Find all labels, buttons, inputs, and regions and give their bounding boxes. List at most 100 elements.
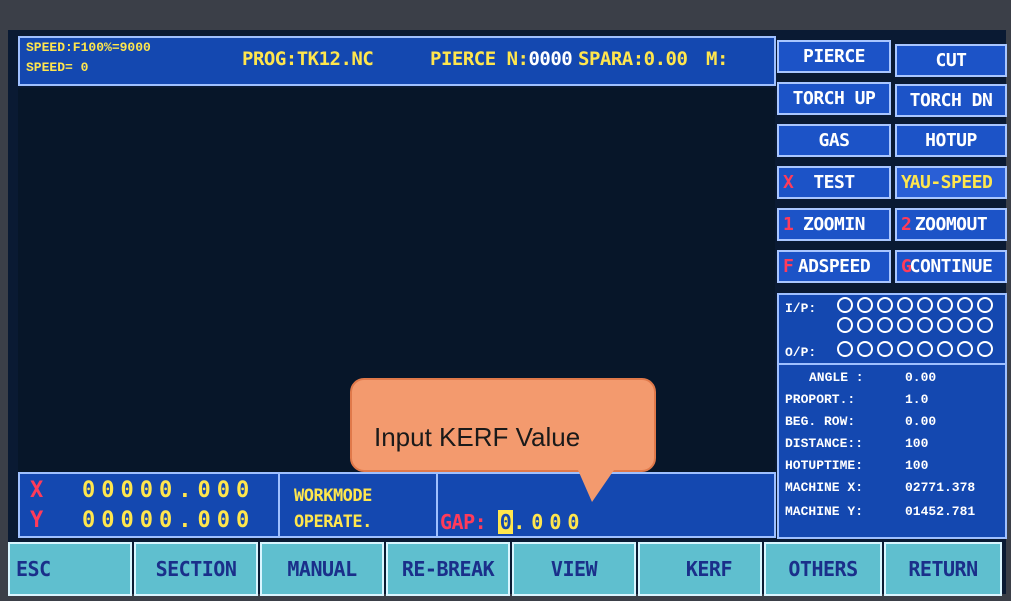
hotkey-2: 2 [901,214,912,235]
gap-value: .000 [513,510,586,534]
manual-button[interactable]: MANUAL [260,542,384,596]
hotkey-y: Y [901,172,912,193]
input-led-icon [917,317,933,333]
coordinate-status-bar: X 00000.000 Y 00000.000 WORKMODE OPERATE… [18,472,776,538]
input-led-icon [977,317,993,333]
input-indicators [837,297,1007,337]
zoom-out-button[interactable]: 2 ZOOMOUT [895,208,1007,241]
output-label: O/P: [785,345,817,360]
m-label: M: [706,48,728,70]
param-machine-x: MACHINE X: 02771.378 [779,477,1005,499]
input-led-icon [977,297,993,313]
button-label: HOTUP [925,130,977,151]
param-label: HOTUPTIME: [785,458,864,473]
gap-label: GAP: [440,510,487,534]
fkey-label: OTHERS [788,557,858,581]
others-button[interactable]: OTHERS [764,542,882,596]
param-hotuptime: HOTUPTIME: 100 [779,455,1005,477]
button-label: ADSPEED [797,256,871,277]
x-axis-label: X [30,478,43,503]
speed-line-1: SPEED:F100%=9000 [26,40,151,55]
input-led-icon [877,297,893,313]
function-key-bar: ESC SECTION MANUAL RE-BREAK VIEW KERF OT… [8,542,1006,596]
param-angle: ANGLE : 0.00 [779,367,1005,389]
program-name: PROG:TK12.NC [242,48,374,70]
param-value: 0.00 [905,414,937,429]
speed-line-2: SPEED= 0 [26,60,89,75]
torch-down-button[interactable]: TORCH DN [895,84,1007,117]
input-led-icon [957,297,973,313]
fkey-label: VIEW [550,557,598,581]
fkey-label: KERF [685,557,733,581]
section-button[interactable]: SECTION [134,542,258,596]
param-label: BEG. ROW: [785,414,856,429]
button-label: CONTINUE [909,256,993,277]
au-speed-button[interactable]: Y AU-SPEED [895,166,1007,199]
param-label: DISTANCE:: [785,436,864,451]
y-coordinate: 00000.000 [82,508,256,533]
param-value: 1.0 [905,392,929,407]
gas-button[interactable]: GAS [777,124,891,157]
button-label: TORCH DN [909,90,993,111]
hotkey-1: 1 [783,214,794,235]
spara-value: SPARA:0.00 [578,48,688,70]
esc-button[interactable]: ESC [8,542,132,596]
pierce-count: PIERCE N:0000 [430,48,573,70]
output-led-icon [897,341,913,357]
input-label: I/P: [785,301,817,316]
continue-button[interactable]: G CONTINUE [895,250,1007,283]
re-break-button[interactable]: RE-BREAK [386,542,510,596]
button-label: ZOOMIN [802,214,866,235]
divider [278,474,280,536]
y-axis-label: Y [30,508,43,533]
output-led-icon [977,341,993,357]
tooltip-tail [578,470,614,502]
output-led-icon [877,341,893,357]
output-led-icon [917,341,933,357]
input-led-icon [957,317,973,333]
param-value: 01452.781 [905,504,976,519]
io-status-panel: I/P: O/P: ANGLE : 0.00 PROPORT.: 1.0 BEG. … [777,293,1007,539]
side-button-panel: PIERCE CUT TORCH UP TORCH DN GAS HOTUP X… [777,40,1007,294]
button-label: GAS [818,130,850,151]
hotup-button[interactable]: HOTUP [895,124,1007,157]
gap-input[interactable]: GAP: 0.000 [440,510,585,534]
output-led-icon [837,341,853,357]
param-proport: PROPORT.: 1.0 [779,389,1005,411]
workmode-label: WORKMODE [294,486,372,506]
test-button[interactable]: X TEST [777,166,891,199]
cut-button[interactable]: CUT [895,44,1007,77]
hotkey-x: X [783,172,794,193]
torch-up-button[interactable]: TORCH UP [777,82,891,115]
view-button[interactable]: VIEW [512,542,636,596]
button-label: TORCH UP [792,88,876,109]
param-distance: DISTANCE:: 100 [779,433,1005,455]
input-led-icon [857,297,873,313]
operate-label: OPERATE. [294,512,372,532]
kerf-button[interactable]: KERF [638,542,762,596]
divider [436,474,438,536]
param-label: PROPORT.: [785,392,856,407]
zoom-in-button[interactable]: 1 ZOOMIN [777,208,891,241]
param-value: 0.00 [905,370,937,385]
button-label: TEST [813,172,855,193]
divider [779,363,1005,365]
fkey-label: RE-BREAK [401,557,495,581]
param-value: 100 [905,436,929,451]
param-label: MACHINE Y: [785,504,864,519]
pierce-value: 0000 [528,48,573,70]
x-coordinate: 00000.000 [82,478,256,503]
param-label: MACHINE X: [785,480,864,495]
fkey-label: ESC [16,557,51,581]
output-led-icon [937,341,953,357]
param-machine-y: MACHINE Y: 01452.781 [779,501,1005,523]
return-button[interactable]: RETURN [884,542,1002,596]
pierce-button[interactable]: PIERCE [777,40,891,73]
input-led-icon [857,317,873,333]
adspeed-button[interactable]: F ADSPEED [777,250,891,283]
input-led-icon [837,297,853,313]
button-label: PIERCE [802,46,866,67]
input-led-icon [897,317,913,333]
hotkey-f: F [783,256,794,277]
param-label: ANGLE : [809,370,864,385]
